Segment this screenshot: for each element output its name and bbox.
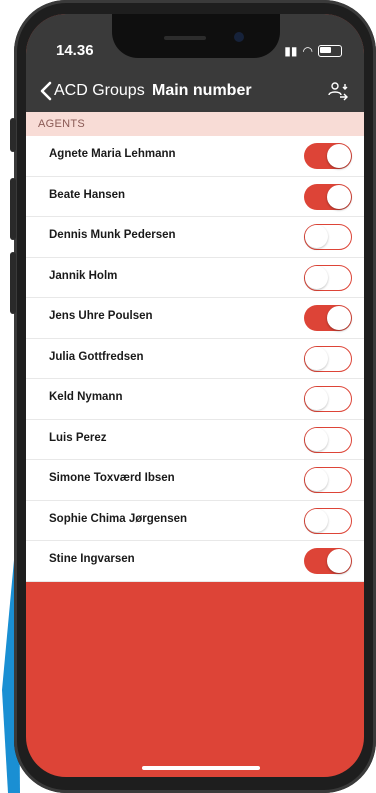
phone-silent-switch xyxy=(10,118,16,152)
agent-name: Simone Toxværd Ibsen xyxy=(49,472,175,484)
wifi-icon: ◠ xyxy=(302,44,313,58)
agent-toggle[interactable] xyxy=(304,183,352,210)
toggle-knob xyxy=(327,184,351,209)
toggle-knob xyxy=(327,144,351,168)
list-item: Stine Ingvarsen xyxy=(26,541,364,582)
list-item: Jannik Holm xyxy=(26,258,364,298)
list-item: Jens Uhre Poulsen xyxy=(26,298,364,339)
list-item: Dennis Munk Pedersen xyxy=(26,217,364,258)
battery-icon xyxy=(318,45,342,57)
agent-name: Jannik Holm xyxy=(49,269,118,282)
agent-name: Jens Uhre Poulsen xyxy=(49,310,153,322)
page-title: Main number xyxy=(152,82,252,99)
list-item: Agnete Maria Lehmann xyxy=(26,136,364,177)
toggle-knob xyxy=(327,306,351,330)
status-time: 14.36 xyxy=(56,42,94,59)
home-indicator[interactable] xyxy=(142,766,260,770)
back-button[interactable]: ACD Groups xyxy=(54,82,145,100)
toggle-knob xyxy=(305,265,328,289)
front-camera xyxy=(234,32,244,42)
users-swap-icon[interactable] xyxy=(326,80,350,102)
list-item: Julia Gottfredsen xyxy=(26,339,364,379)
agent-toggle[interactable] xyxy=(304,426,352,453)
toggle-knob xyxy=(305,225,328,248)
agent-name: Luis Perez xyxy=(49,431,107,444)
agent-toggle[interactable] xyxy=(304,467,352,493)
signal-icon: ▮▮ xyxy=(284,44,298,58)
list-item: Keld Nymann xyxy=(26,379,364,420)
agent-list: Agnete Maria Lehmann Beate Hansen Dennis M… xyxy=(26,136,364,582)
agent-name: Dennis Munk Pedersen xyxy=(49,229,176,241)
agent-name: Keld Nymann xyxy=(49,391,123,403)
list-item: Simone Toxværd Ibsen xyxy=(26,460,364,501)
agent-name: Beate Hansen xyxy=(49,188,126,201)
list-item: Luis Perez xyxy=(26,420,364,460)
toggle-knob xyxy=(305,427,328,451)
phone-volume-up xyxy=(10,178,16,240)
agent-toggle[interactable] xyxy=(304,507,352,534)
navigation-bar: ACD Groups Main number xyxy=(26,70,364,112)
toggle-knob xyxy=(305,387,328,410)
list-item: Sophie Chima Jørgensen xyxy=(26,501,364,541)
agent-toggle[interactable] xyxy=(304,548,352,574)
status-icons: ▮▮ ◠ xyxy=(284,44,342,58)
phone-screen: 14.36 ▮▮ ◠ ACD Groups Main number AGENTS… xyxy=(26,14,364,777)
agent-toggle[interactable] xyxy=(304,143,352,169)
agent-name: Agnete Maria Lehmann xyxy=(49,148,176,160)
toggle-knob xyxy=(305,346,328,370)
toggle-knob xyxy=(305,508,328,532)
agent-toggle[interactable] xyxy=(304,224,352,250)
speaker-grille xyxy=(164,36,206,40)
toggle-knob xyxy=(305,468,328,491)
agent-toggle[interactable] xyxy=(304,305,352,331)
agent-name: Sophie Chima Jørgensen xyxy=(49,512,188,525)
agent-name: Julia Gottfredsen xyxy=(49,350,144,363)
section-header-agents: AGENTS xyxy=(26,112,364,136)
list-item: Beate Hansen xyxy=(26,177,364,217)
agent-toggle[interactable] xyxy=(304,345,352,372)
phone-volume-down xyxy=(10,252,16,314)
agent-name: Stine Ingvarsen xyxy=(49,553,135,565)
agent-toggle[interactable] xyxy=(304,386,352,412)
agent-toggle[interactable] xyxy=(304,264,352,291)
phone-notch xyxy=(112,14,280,58)
toggle-knob xyxy=(327,549,351,573)
